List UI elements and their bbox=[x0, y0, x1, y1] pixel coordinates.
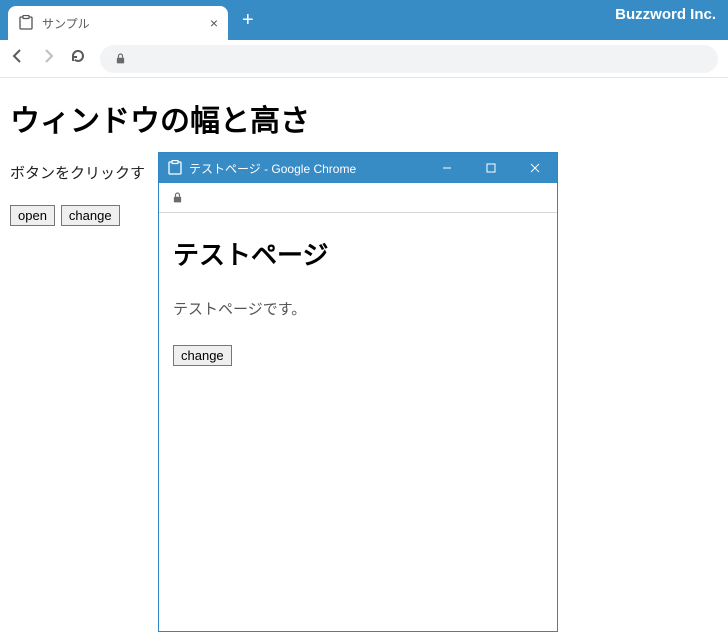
change-button[interactable]: change bbox=[61, 205, 120, 226]
new-tab-button[interactable]: + bbox=[228, 5, 266, 40]
back-button[interactable] bbox=[10, 48, 26, 69]
popup-address-bar[interactable] bbox=[159, 183, 557, 213]
popup-window: テストページ - Google Chrome テストページ テストページです。 … bbox=[158, 152, 558, 632]
tab-title: サンプル bbox=[42, 15, 210, 32]
lock-icon bbox=[171, 191, 184, 204]
maximize-button[interactable] bbox=[469, 153, 513, 183]
minimize-button[interactable] bbox=[425, 153, 469, 183]
browser-tabstrip: サンプル × + Buzzword Inc. bbox=[0, 0, 728, 40]
popup-titlebar[interactable]: テストページ - Google Chrome bbox=[159, 153, 557, 183]
popup-change-button[interactable]: change bbox=[173, 345, 232, 366]
popup-content: テストページ テストページです。 change bbox=[159, 213, 557, 388]
popup-text: テストページです。 bbox=[173, 298, 543, 319]
browser-tab[interactable]: サンプル × bbox=[8, 6, 228, 40]
popup-heading: テストページ bbox=[173, 235, 543, 272]
forward-button[interactable] bbox=[40, 48, 56, 69]
close-button[interactable] bbox=[513, 153, 557, 183]
lock-icon bbox=[114, 52, 127, 65]
page-favicon-icon bbox=[18, 15, 34, 31]
popup-title: テストページ - Google Chrome bbox=[189, 160, 425, 177]
address-bar[interactable] bbox=[100, 45, 718, 73]
popup-favicon-icon bbox=[167, 160, 183, 176]
brand-label: Buzzword Inc. bbox=[615, 6, 716, 23]
reload-button[interactable] bbox=[70, 48, 86, 69]
page-heading: ウィンドウの幅と高さ bbox=[10, 96, 718, 140]
browser-toolbar bbox=[0, 40, 728, 78]
tab-close-icon[interactable]: × bbox=[210, 15, 218, 31]
open-button[interactable]: open bbox=[10, 205, 55, 226]
